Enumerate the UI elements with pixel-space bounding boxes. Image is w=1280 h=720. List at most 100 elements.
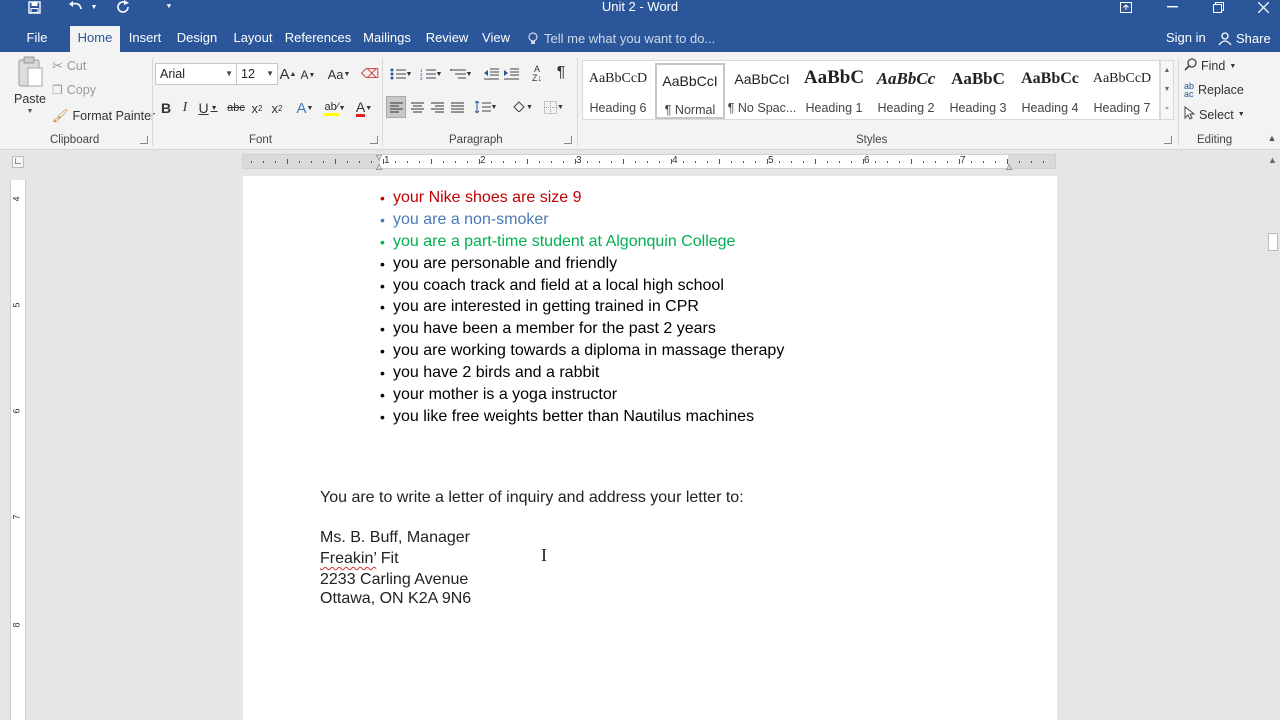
shrink-font-icon[interactable]: A ▼	[300, 66, 316, 84]
tab-design[interactable]: Design	[172, 26, 222, 52]
tab-view[interactable]: View	[478, 26, 514, 52]
horizontal-ruler[interactable]: 1 2 3 4 5 6 7 ▽ △ △	[242, 153, 1056, 171]
paste-button[interactable]: Paste ▼	[12, 56, 48, 126]
list-item[interactable]: • you are a non-smoker	[380, 209, 940, 231]
tab-file[interactable]: File	[18, 26, 56, 52]
paragraph-launcher-icon[interactable]	[564, 136, 572, 144]
hanging-indent-marker[interactable]: △	[376, 162, 382, 171]
close-icon[interactable]	[1240, 0, 1280, 14]
style-heading-3[interactable]: AaBbC Heading 3	[943, 63, 1013, 119]
tab-review[interactable]: Review	[422, 26, 472, 52]
right-indent-marker[interactable]: △	[1006, 162, 1012, 171]
vertical-ruler[interactable]: 4 5 6 7 8	[10, 180, 26, 720]
increase-indent-icon[interactable]	[502, 64, 520, 84]
list-item[interactable]: • you are working towards a diploma in ma…	[380, 340, 940, 362]
list-item[interactable]: • you like free weights better than Nauti…	[380, 406, 940, 428]
line-spacing-icon[interactable]: ▼	[472, 96, 500, 118]
font-size-box[interactable]: 12 ▼	[236, 63, 278, 85]
select-button[interactable]: Select ▼	[1184, 105, 1245, 123]
copy-button[interactable]: ❐ Copy	[52, 83, 96, 97]
style-heading-4[interactable]: AaBbCc Heading 4	[1015, 63, 1085, 119]
chevron-down-icon[interactable]: ▼	[1161, 80, 1173, 99]
style-heading-6[interactable]: AaBbCcD Heading 6	[583, 63, 653, 119]
list-item[interactable]: • you are a part-time student at Algonqui…	[380, 231, 940, 253]
shading-icon[interactable]: ▼	[508, 96, 536, 118]
address-line-2[interactable]: Freakin’ Fit	[320, 549, 399, 569]
sort-icon[interactable]: A Z↓	[528, 64, 546, 84]
list-item[interactable]: • you are personable and friendly	[380, 253, 940, 275]
clear-formatting-icon[interactable]: ⌫	[361, 64, 379, 84]
restore-icon[interactable]	[1195, 0, 1241, 14]
strikethrough-icon[interactable]: abc	[226, 98, 246, 118]
tab-references[interactable]: References	[284, 26, 352, 52]
more-styles-icon[interactable]: ⩡	[1161, 99, 1173, 118]
font-name-box[interactable]: Arial ▼	[155, 63, 237, 85]
clipboard-launcher-icon[interactable]	[140, 136, 148, 144]
align-right-icon[interactable]	[428, 96, 446, 118]
bullet-icon: •	[380, 189, 385, 206]
borders-icon[interactable]: ▼	[540, 96, 568, 118]
address-line-4[interactable]: Ottawa, ON K2A 9N6	[320, 589, 471, 609]
minimize-icon[interactable]	[1149, 0, 1195, 14]
collapse-ribbon-icon[interactable]: ▲	[1266, 132, 1278, 144]
style-no-spacing[interactable]: AaBbCcI ¶ No Spac...	[727, 63, 797, 119]
styles-launcher-icon[interactable]	[1164, 136, 1172, 144]
find-button[interactable]: Find ▼	[1184, 58, 1236, 74]
address-line-3[interactable]: 2233 Carling Avenue	[320, 570, 468, 590]
ruler-tick	[335, 159, 336, 164]
vertical-scrollbar[interactable]: ▲	[1266, 151, 1280, 720]
bullets-icon[interactable]: ▼	[388, 64, 414, 84]
tab-home[interactable]: Home	[70, 26, 120, 52]
change-case-icon[interactable]: Aa ▼	[326, 64, 352, 84]
address-line-1[interactable]: Ms. B. Buff, Manager	[320, 528, 470, 548]
instruction-paragraph[interactable]: You are to write a letter of inquiry and…	[320, 488, 744, 508]
chevron-up-icon[interactable]: ▲	[1161, 61, 1173, 80]
magnifier-icon	[1184, 58, 1197, 74]
list-item[interactable]: • you coach track and field at a local hi…	[380, 275, 940, 297]
first-line-indent-marker[interactable]: ▽	[376, 153, 382, 162]
multilevel-list-icon[interactable]: ▼	[448, 64, 474, 84]
align-left-icon[interactable]	[386, 96, 406, 118]
misspelled-word[interactable]: Freakin’	[320, 550, 376, 567]
tab-mailings[interactable]: Mailings	[358, 26, 416, 52]
grow-font-icon[interactable]: A ▲	[280, 64, 297, 84]
sign-in-link[interactable]: Sign in	[1166, 26, 1206, 52]
list-item[interactable]: • you have 2 birds and a rabbit	[380, 362, 940, 384]
list-item[interactable]: • your Nike shoes are size 9	[380, 187, 940, 209]
ribbon-display-options-icon[interactable]	[1103, 0, 1149, 14]
style-heading-7[interactable]: AaBbCcD Heading 7	[1087, 63, 1157, 119]
highlight-icon[interactable]: ab⁄ ▼	[320, 98, 350, 118]
scroll-up-icon[interactable]: ▲	[1268, 155, 1277, 165]
scrollbar-thumb[interactable]	[1268, 233, 1278, 251]
format-painter-button[interactable]: 🖌 Format Painter	[52, 108, 155, 124]
font-launcher-icon[interactable]	[370, 136, 378, 144]
list-item[interactable]: • you have been a member for the past 2 y…	[380, 318, 940, 340]
document-page[interactable]: • your Nike shoes are size 9 • you are a n…	[243, 176, 1057, 720]
decrease-indent-icon[interactable]	[482, 64, 500, 84]
styles-gallery-scroll[interactable]: ▲ ▼ ⩡	[1160, 60, 1174, 120]
justify-icon[interactable]	[448, 96, 466, 118]
show-formatting-marks-icon[interactable]: ¶	[552, 62, 570, 84]
list-item[interactable]: • your mother is a yoga instructor	[380, 384, 940, 406]
font-color-icon[interactable]: A ▼	[350, 98, 378, 118]
list-item[interactable]: • you are interested in getting trained i…	[380, 296, 940, 318]
superscript-icon[interactable]: x2	[268, 98, 286, 118]
tab-insert[interactable]: Insert	[124, 26, 166, 52]
tab-selector[interactable]: ∟	[12, 156, 24, 168]
cut-button[interactable]: ✂ Cut	[52, 58, 86, 74]
style-heading-2[interactable]: AaBbCc Heading 2	[871, 63, 941, 119]
text-effects-icon[interactable]: A ▼	[292, 98, 318, 118]
numbering-icon[interactable]: 1 2 3 ▼	[418, 64, 444, 84]
underline-icon[interactable]: U ▼	[196, 98, 220, 118]
style-heading-1[interactable]: AaBbC Heading 1	[799, 63, 869, 119]
tell-me-box[interactable]: Tell me what you want to do...	[528, 26, 715, 52]
replace-button[interactable]: ab ac Replace	[1184, 82, 1244, 99]
share-button[interactable]: Share	[1218, 26, 1271, 52]
align-center-icon[interactable]	[408, 96, 426, 118]
tab-layout[interactable]: Layout	[228, 26, 278, 52]
style-normal[interactable]: AaBbCcI ¶ Normal	[655, 63, 725, 119]
subscript-icon[interactable]: x2	[248, 98, 266, 118]
bold-icon[interactable]: B	[158, 98, 174, 118]
ruler-tick	[647, 161, 648, 163]
italic-icon[interactable]: I	[178, 98, 192, 118]
